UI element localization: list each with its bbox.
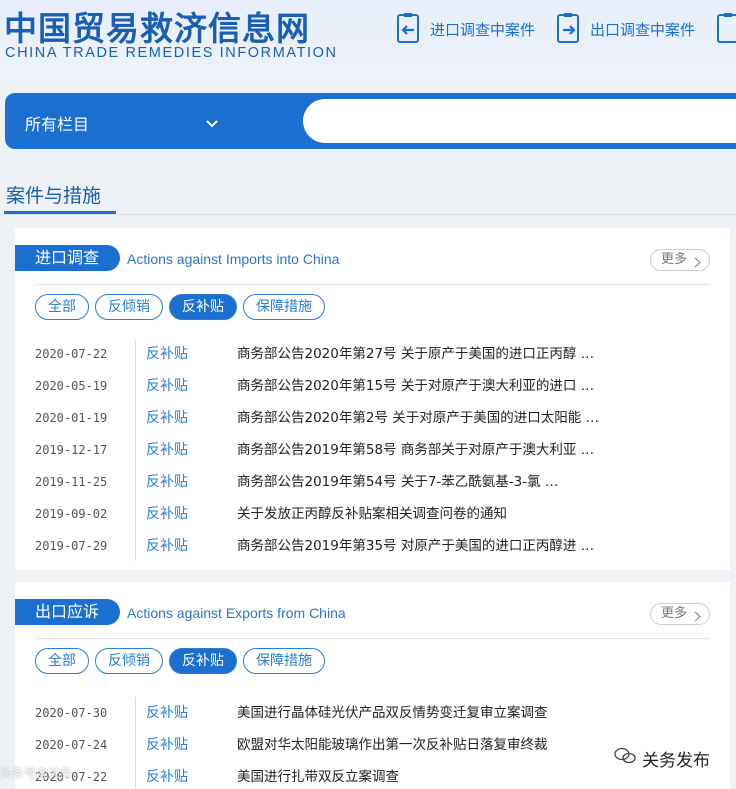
case-title[interactable]: 欧盟对华太阳能玻璃作出第一次反补贴日落复审终裁 bbox=[237, 729, 548, 761]
case-row[interactable]: 2019-12-17 反补贴 商务部公告2019年第58号 商务部关于对原产于澳… bbox=[15, 434, 730, 466]
more-button[interactable]: 更多 bbox=[650, 603, 710, 625]
chevron-down-icon[interactable] bbox=[205, 114, 219, 133]
category-select[interactable]: 所有栏目 bbox=[25, 111, 89, 135]
filter-antidumping[interactable]: 反倾销 bbox=[95, 294, 163, 320]
case-type[interactable]: 反补贴 bbox=[146, 498, 188, 530]
case-type[interactable]: 反补贴 bbox=[146, 434, 188, 466]
imports-panel: 进口调查 Actions against Imports into China … bbox=[15, 228, 730, 570]
panel-divider bbox=[35, 638, 710, 639]
filter-group: 全部 反倾销 反补贴 保障措施 bbox=[35, 294, 325, 320]
case-title[interactable]: 商务部公告2019年第35号 对原产于美国的进口正丙醇进 … bbox=[237, 530, 594, 562]
case-type[interactable]: 反补贴 bbox=[146, 402, 188, 434]
case-title[interactable]: 美国进行晶体硅光伏产品双反情势变迁复审立案调查 bbox=[237, 697, 548, 729]
search-bar: 所有栏目 bbox=[5, 93, 736, 149]
document-in-icon bbox=[396, 13, 422, 45]
case-date: 2020-07-22 bbox=[35, 347, 108, 361]
filter-safeguard[interactable]: 保障措施 bbox=[243, 648, 325, 674]
case-date: 2020-05-19 bbox=[35, 379, 108, 393]
case-title[interactable]: 关于发放正丙醇反补贴案相关调查问卷的通知 bbox=[237, 498, 507, 530]
document-out-icon bbox=[556, 13, 582, 45]
case-type[interactable]: 反补贴 bbox=[146, 338, 188, 370]
watermark-left: 头条号@关务 bbox=[0, 766, 73, 780]
panel-tag: 出口应诉 bbox=[15, 599, 120, 625]
case-title[interactable]: 商务部公告2019年第58号 商务部关于对原产于澳大利亚 … bbox=[237, 434, 594, 466]
case-date: 2019-12-17 bbox=[35, 443, 108, 457]
site-logo-cn[interactable]: 中国贸易救济信息网 bbox=[4, 2, 310, 50]
chevron-right-icon bbox=[694, 255, 702, 275]
case-date: 2019-07-29 bbox=[35, 539, 108, 553]
more-label: 更多 bbox=[661, 252, 688, 267]
site-header: 中国贸易救济信息网 CHINA TRADE REMEDIES INFORMATI… bbox=[0, 0, 736, 80]
case-type[interactable]: 反补贴 bbox=[146, 729, 188, 761]
import-cases-link[interactable]: 进口调查中案件 bbox=[396, 12, 535, 46]
site-logo-en: CHINA TRADE REMEDIES INFORMATION bbox=[5, 45, 338, 61]
watermark-right: 关务发布 bbox=[614, 746, 710, 771]
chevron-right-icon bbox=[694, 609, 702, 629]
case-row[interactable]: 2020-07-30 反补贴 美国进行晶体硅光伏产品双反情势变迁复审立案调查 bbox=[15, 697, 730, 729]
case-row[interactable]: 2020-01-19 反补贴 商务部公告2020年第2号 关于对原产于美国的进口… bbox=[15, 402, 730, 434]
case-type[interactable]: 反补贴 bbox=[146, 761, 188, 789]
section-divider bbox=[0, 214, 736, 215]
case-date: 2020-07-24 bbox=[35, 738, 108, 752]
case-date: 2019-09-02 bbox=[35, 507, 108, 521]
case-row[interactable]: 2019-09-02 反补贴 关于发放正丙醇反补贴案相关调查问卷的通知 bbox=[15, 498, 730, 530]
panel-divider bbox=[35, 284, 710, 285]
case-type[interactable]: 反补贴 bbox=[146, 530, 188, 562]
case-row[interactable]: 2019-07-29 反补贴 商务部公告2019年第35号 对原产于美国的进口正… bbox=[15, 530, 730, 562]
case-row[interactable]: 2020-05-19 反补贴 商务部公告2020年第15号 关于对原产于澳大利亚… bbox=[15, 370, 730, 402]
section-title: 案件与措施 bbox=[6, 185, 102, 207]
more-label: 更多 bbox=[661, 606, 688, 621]
case-title[interactable]: 商务部公告2020年第2号 关于对原产于美国的进口太阳能 … bbox=[237, 402, 599, 434]
filter-all[interactable]: 全部 bbox=[35, 294, 89, 320]
filter-group: 全部 反倾销 反补贴 保障措施 bbox=[35, 648, 325, 674]
case-title[interactable]: 商务部公告2020年第15号 关于对原产于澳大利亚的进口 … bbox=[237, 370, 594, 402]
case-date: 2020-01-19 bbox=[35, 411, 108, 425]
case-type[interactable]: 反补贴 bbox=[146, 697, 188, 729]
filter-countervailing[interactable]: 反补贴 bbox=[169, 294, 237, 320]
filter-all[interactable]: 全部 bbox=[35, 648, 89, 674]
export-cases-link[interactable]: 出口调查中案件 bbox=[556, 12, 695, 46]
import-cases-label: 进口调查中案件 bbox=[430, 20, 536, 39]
case-date: 2019-11-25 bbox=[35, 475, 108, 489]
case-title[interactable]: 商务部公告2019年第54号 关于7-苯乙酰氨基-3-氯 … bbox=[237, 466, 558, 498]
watermark-right-label: 关务发布 bbox=[642, 751, 710, 771]
case-date: 2020-07-30 bbox=[35, 706, 108, 720]
case-type[interactable]: 反补贴 bbox=[146, 466, 188, 498]
more-cases-link[interactable] bbox=[716, 12, 736, 46]
panel-subtitle: Actions against Imports into China bbox=[127, 251, 340, 267]
case-title[interactable]: 美国进行扎带双反立案调查 bbox=[237, 761, 399, 789]
case-row[interactable]: 2020-07-22 反补贴 商务部公告2020年第27号 关于原产于美国的进口… bbox=[15, 338, 730, 370]
filter-safeguard[interactable]: 保障措施 bbox=[243, 294, 325, 320]
case-title[interactable]: 商务部公告2020年第27号 关于原产于美国的进口正丙醇 … bbox=[237, 338, 594, 370]
wechat-icon bbox=[614, 747, 636, 770]
filter-countervailing[interactable]: 反补贴 bbox=[169, 648, 237, 674]
panel-subtitle: Actions against Exports from China bbox=[127, 605, 346, 621]
document-icon bbox=[716, 13, 736, 45]
case-type[interactable]: 反补贴 bbox=[146, 370, 188, 402]
export-cases-label: 出口调查中案件 bbox=[590, 20, 696, 39]
more-button[interactable]: 更多 bbox=[650, 249, 710, 271]
case-row[interactable]: 2019-11-25 反补贴 商务部公告2019年第54号 关于7-苯乙酰氨基-… bbox=[15, 466, 730, 498]
panel-tag: 进口调查 bbox=[15, 245, 120, 271]
search-input[interactable] bbox=[303, 99, 736, 143]
filter-antidumping[interactable]: 反倾销 bbox=[95, 648, 163, 674]
